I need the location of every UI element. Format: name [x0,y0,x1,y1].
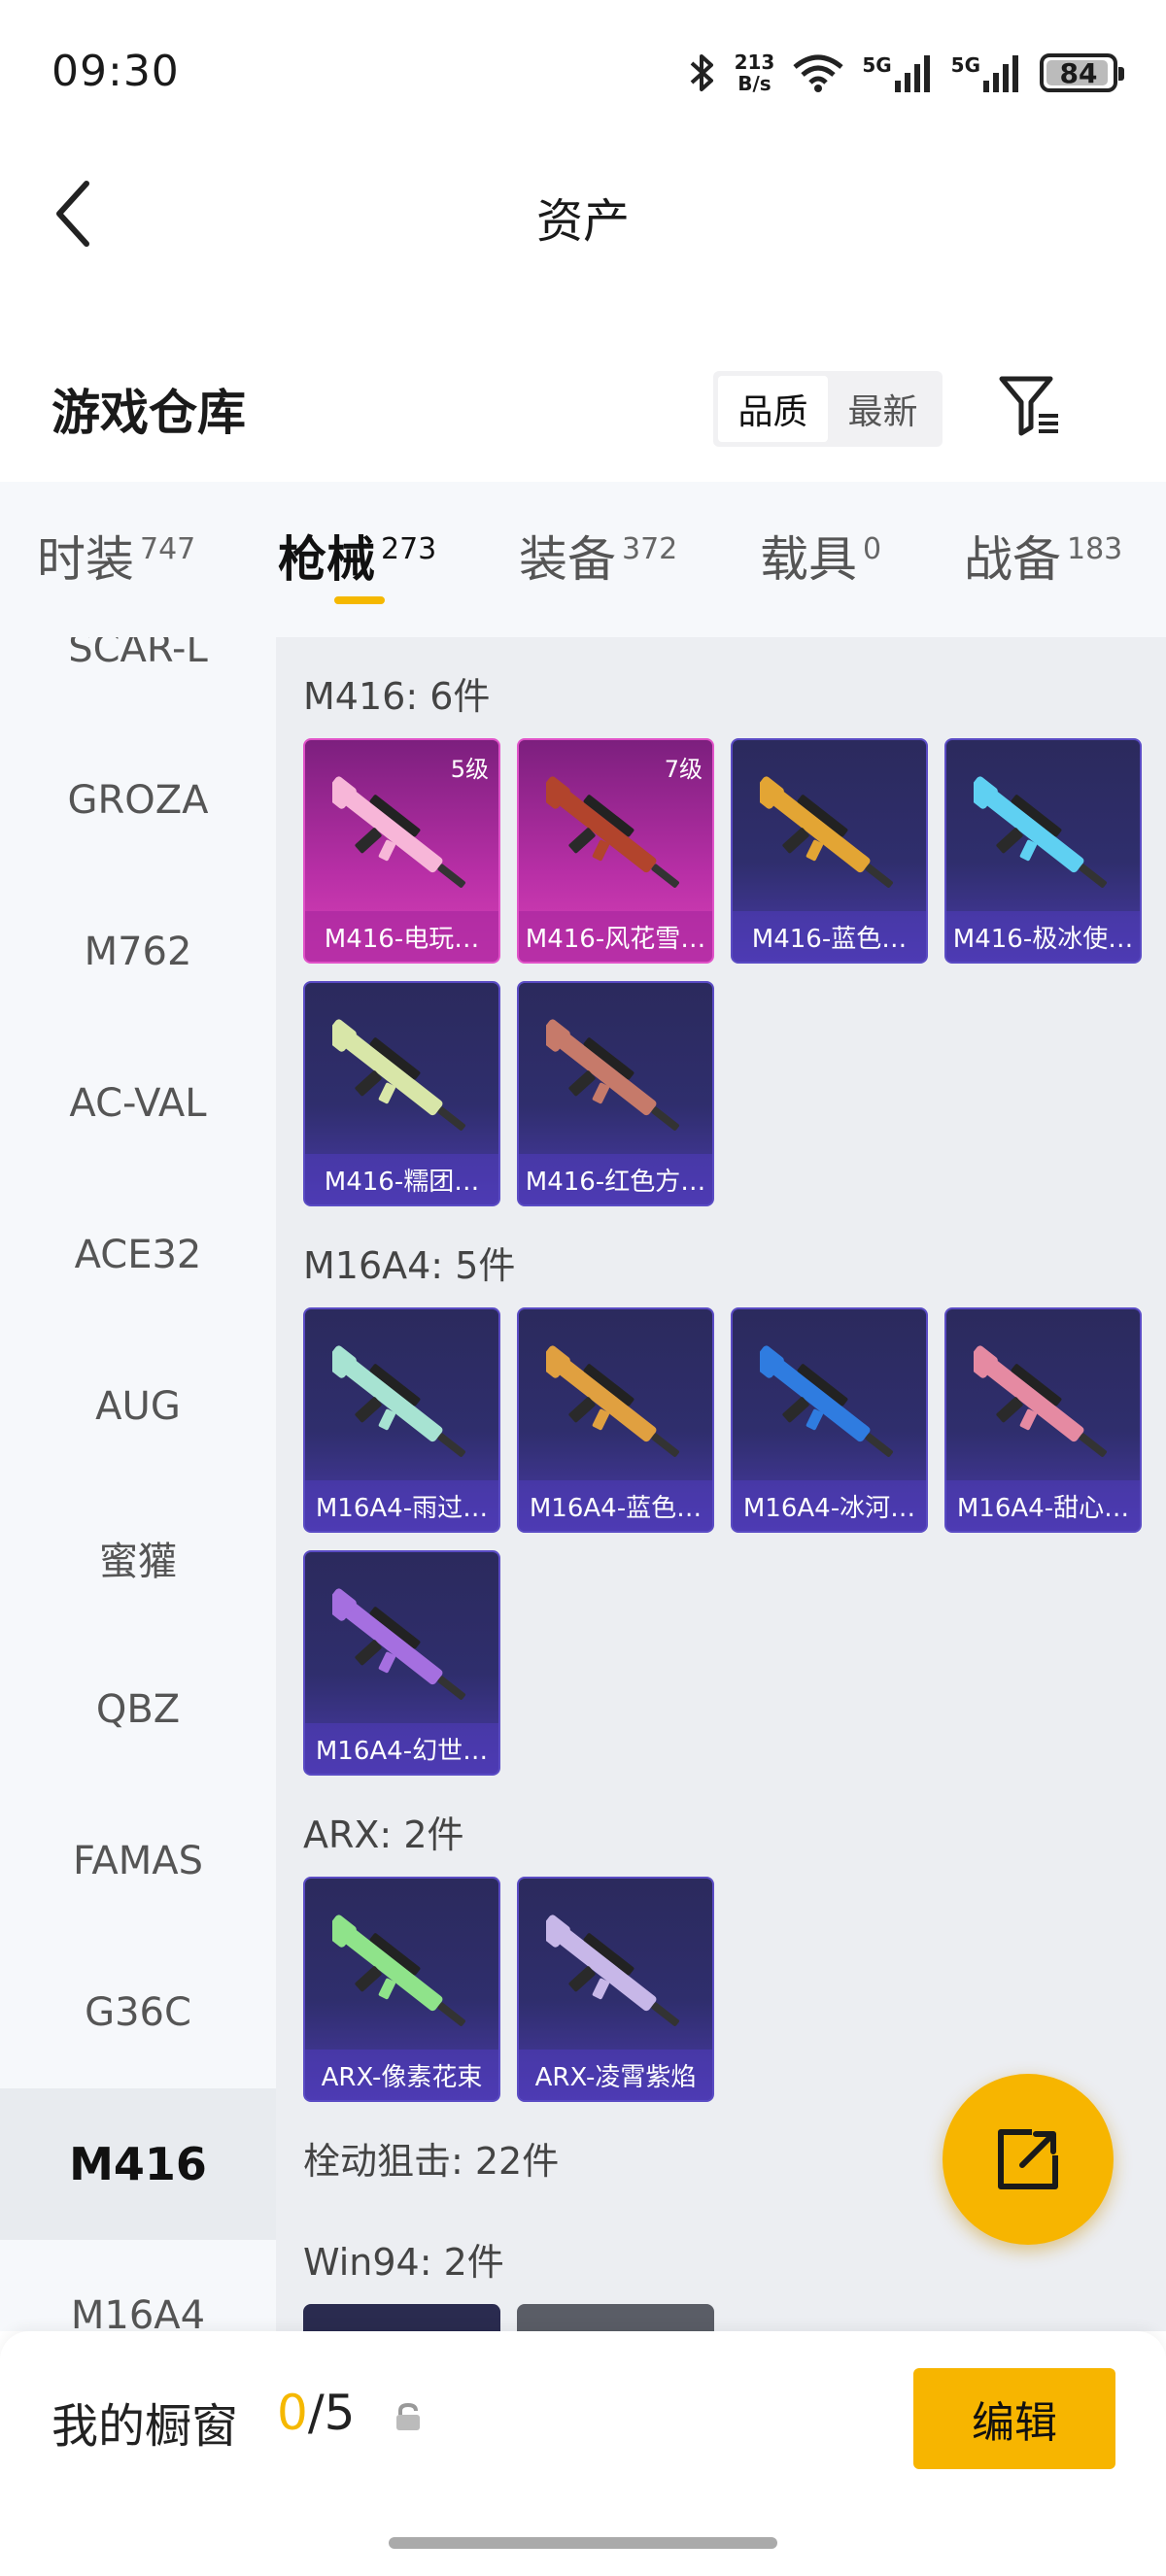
signal-bars-icon [983,55,1018,92]
tab-fashion[interactable]: 时装 747 [37,521,195,591]
sidebar-item-ac-val[interactable]: AC-VAL [0,1028,276,1179]
skin-card[interactable]: M16A4-蓝色… [517,1307,714,1533]
sidebar-item-m416[interactable]: M416 [0,2088,276,2240]
showcase-bar: 我的橱窗 0/5 编辑 [0,2331,1166,2576]
weapon-sidebar: SCAR-L GROZA M762 AC-VAL ACE32 AUG 蜜獾 QB… [0,637,276,2331]
section-title: 游戏仓库 [51,385,246,441]
card-name: M16A4-雨过… [305,1480,498,1531]
sidebar-item-honey-badger[interactable]: 蜜獾 [0,1482,276,1634]
card-name: M416-电玩… [305,911,498,962]
page-title: 资产 [535,194,630,249]
card-name: ARX-凌霄紫焰 [519,2050,712,2100]
card-name: M16A4-幻世… [305,1723,498,1774]
group-title-arx: ARX: 2件 [303,1813,464,1856]
skin-card[interactable]: 5级 M416-电玩… [303,738,500,964]
sidebar-item-ace32[interactable]: ACE32 [0,1179,276,1331]
skin-card[interactable]: ARX-凌霄紫焰 [517,1877,714,2102]
skin-card[interactable]: M16A4-幻世… [303,1550,500,1776]
card-name: M416-风花雪… [519,911,712,962]
filter-button[interactable] [996,371,1064,439]
edit-button[interactable]: 编辑 [913,2368,1115,2469]
sort-newest-button[interactable]: 最新 [828,376,938,442]
rifle-icon [332,1019,465,1131]
sort-quality-button[interactable]: 品质 [718,376,828,442]
skin-card[interactable]: M416-糯团… [303,981,500,1206]
rifle-icon [332,1588,465,1700]
sidebar-item-aug[interactable]: AUG [0,1331,276,1482]
tab-battle-supplies[interactable]: 战备 183 [964,521,1122,591]
group-title-m16a4: M16A4: 5件 [303,1244,516,1287]
rifle-icon [974,1345,1107,1457]
skin-card[interactable]: ARX-像素花束 [303,1877,500,2102]
card-level: 5级 [450,756,489,783]
card-name: M416-红色方… [519,1154,712,1204]
sidebar-item-m762[interactable]: M762 [0,876,276,1028]
group-title-win94: Win94: 2件 [303,2241,504,2284]
sidebar-item-famas[interactable]: FAMAS [0,1785,276,1937]
rifle-icon [760,776,893,888]
skin-card-partial[interactable] [303,2304,500,2331]
rifle-icon [546,1019,679,1131]
tab-guns[interactable]: 枪械 273 [278,521,436,591]
card-name: ARX-像素花束 [305,2050,498,2100]
rifle-icon [332,1345,465,1457]
card-name: M416-蓝色… [733,911,926,962]
sidebar-item-m16a4[interactable]: M16A4 [0,2240,276,2331]
skin-card[interactable]: M16A4-甜心… [944,1307,1142,1533]
filter-icon [999,376,1058,436]
rifle-icon [332,1915,465,2026]
skin-card[interactable]: 7级 M416-风花雪… [517,738,714,964]
card-name: M16A4-蓝色… [519,1480,712,1531]
rifle-icon [546,1345,679,1457]
tab-vehicles[interactable]: 载具 0 [760,521,881,591]
skin-card[interactable]: M416-蓝色… [731,738,928,964]
sidebar-item-scar-l[interactable]: SCAR-L [0,637,276,725]
card-name: M416-糯团… [305,1154,498,1204]
skin-card[interactable]: M416-极冰使… [944,738,1142,964]
rifle-icon [760,1345,893,1457]
active-tab-indicator [334,596,385,604]
app-header: 资产 [0,146,1166,282]
signal-5g-1: 5G [862,53,933,92]
wifi-icon [793,54,843,92]
skin-card[interactable]: M416-红色方… [517,981,714,1206]
status-bar: 09:30 213 B/s 5G 5G 84 [0,0,1166,146]
home-indicator[interactable] [389,2537,777,2549]
rifle-icon [546,1915,679,2026]
status-time: 09:30 [51,47,180,96]
signal-5g-2: 5G [951,53,1022,92]
skin-card[interactable]: M16A4-冰河… [731,1307,928,1533]
sort-toggle: 品质 最新 [713,371,943,447]
sidebar-item-groza[interactable]: GROZA [0,725,276,876]
rifle-icon [974,776,1107,888]
rifle-icon [332,776,465,888]
skin-card[interactable]: M16A4-雨过… [303,1307,500,1533]
sidebar-item-qbz[interactable]: QBZ [0,1634,276,1785]
showcase-label: 我的橱窗 [51,2399,239,2454]
bluetooth-icon [690,54,713,91]
card-name: M416-极冰使… [946,911,1140,962]
group-title-bolt-action: 栓动狙击: 22件 [303,2140,560,2183]
card-name: M16A4-甜心… [946,1480,1140,1531]
category-tabs: 时装 747 枪械 273 装备 372 载具 0 战备 183 [0,482,1166,637]
rifle-icon [546,776,679,888]
tab-equipment[interactable]: 装备 372 [519,521,677,591]
skin-card-partial[interactable] [517,2304,714,2331]
external-link-icon [998,2129,1058,2189]
card-name: M16A4-冰河… [733,1480,926,1531]
card-level: 7级 [664,756,703,783]
share-button[interactable] [943,2074,1114,2245]
sidebar-item-g36c[interactable]: G36C [0,1937,276,2088]
lock-icon [396,2402,420,2430]
status-icons: 213 B/s 5G 5G 84 [688,44,1124,102]
battery-icon: 84 [1040,53,1124,92]
net-speed: 213 B/s [734,51,775,95]
signal-bars-icon [894,55,930,92]
group-title-m416: M416: 6件 [303,675,491,718]
showcase-count: 0/5 [277,2385,356,2441]
